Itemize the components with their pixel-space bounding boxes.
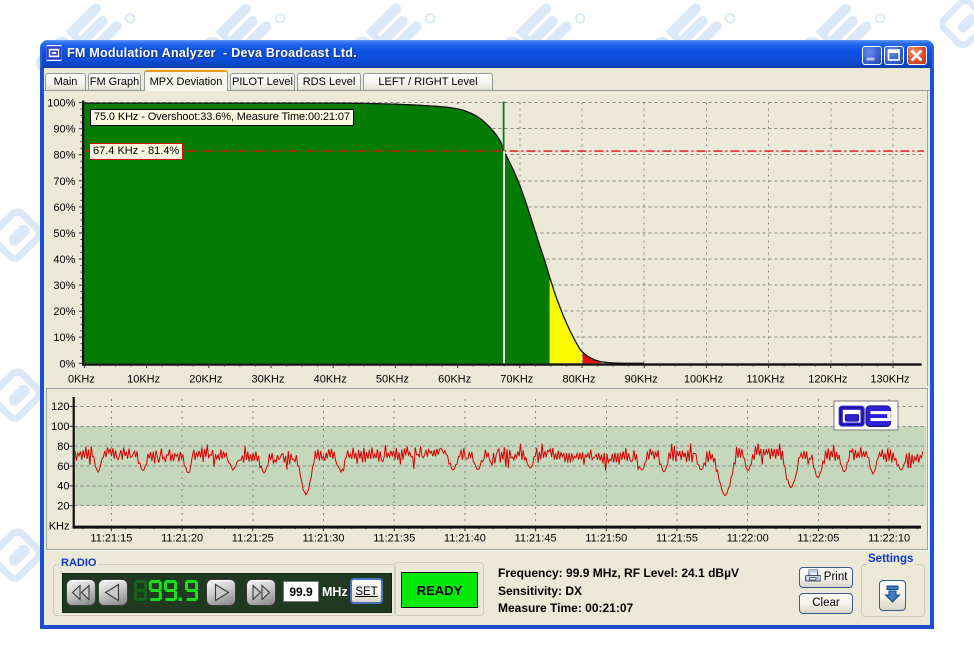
svg-text:60: 60 xyxy=(57,461,69,473)
svg-text:11:21:55: 11:21:55 xyxy=(656,533,698,545)
svg-text:20KHz: 20KHz xyxy=(189,373,222,385)
svg-text:11:22:05: 11:22:05 xyxy=(797,533,839,545)
svg-text:40: 40 xyxy=(57,481,69,493)
svg-text:30KHz: 30KHz xyxy=(251,373,284,385)
svg-text:100%: 100% xyxy=(47,98,75,110)
svg-text:11:21:15: 11:21:15 xyxy=(90,533,132,545)
svg-text:80KHz: 80KHz xyxy=(562,373,595,385)
svg-text:40%: 40% xyxy=(53,254,75,266)
svg-text:80%: 80% xyxy=(53,150,75,162)
svg-text:30%: 30% xyxy=(53,280,75,292)
svg-text:10%: 10% xyxy=(53,332,75,344)
svg-text:11:21:45: 11:21:45 xyxy=(515,533,557,545)
svg-text:20%: 20% xyxy=(53,306,75,318)
svg-text:11:22:00: 11:22:00 xyxy=(727,533,769,545)
svg-text:0KHz: 0KHz xyxy=(68,373,95,385)
svg-text:120KHz: 120KHz xyxy=(808,373,847,385)
svg-text:11:21:35: 11:21:35 xyxy=(373,533,415,545)
svg-text:40KHz: 40KHz xyxy=(314,373,347,385)
svg-text:100KHz: 100KHz xyxy=(684,373,723,385)
svg-text:90%: 90% xyxy=(53,124,75,136)
svg-text:120: 120 xyxy=(51,401,69,413)
svg-text:60%: 60% xyxy=(53,202,75,214)
svg-text:110KHz: 110KHz xyxy=(746,373,784,385)
svg-text:10KHz: 10KHz xyxy=(127,373,160,385)
svg-text:20: 20 xyxy=(57,501,69,513)
svg-text:11:21:40: 11:21:40 xyxy=(444,533,486,545)
svg-text:0%: 0% xyxy=(59,358,75,370)
svg-text:70KHz: 70KHz xyxy=(500,373,533,385)
svg-text:11:21:25: 11:21:25 xyxy=(232,533,274,545)
svg-text:11:21:30: 11:21:30 xyxy=(302,533,344,545)
svg-text:100: 100 xyxy=(51,421,69,433)
svg-text:11:21:50: 11:21:50 xyxy=(585,533,627,545)
svg-text:70%: 70% xyxy=(53,176,75,188)
svg-text:80: 80 xyxy=(57,441,69,453)
svg-text:60KHz: 60KHz xyxy=(438,373,471,385)
svg-text:11:21:20: 11:21:20 xyxy=(161,533,203,545)
svg-text:90KHz: 90KHz xyxy=(625,373,658,385)
svg-text:11:22:10: 11:22:10 xyxy=(868,533,910,545)
svg-text:130KHz: 130KHz xyxy=(870,373,909,385)
svg-text:KHz: KHz xyxy=(49,521,70,533)
svg-text:50%: 50% xyxy=(53,228,75,240)
svg-text:50KHz: 50KHz xyxy=(376,373,409,385)
